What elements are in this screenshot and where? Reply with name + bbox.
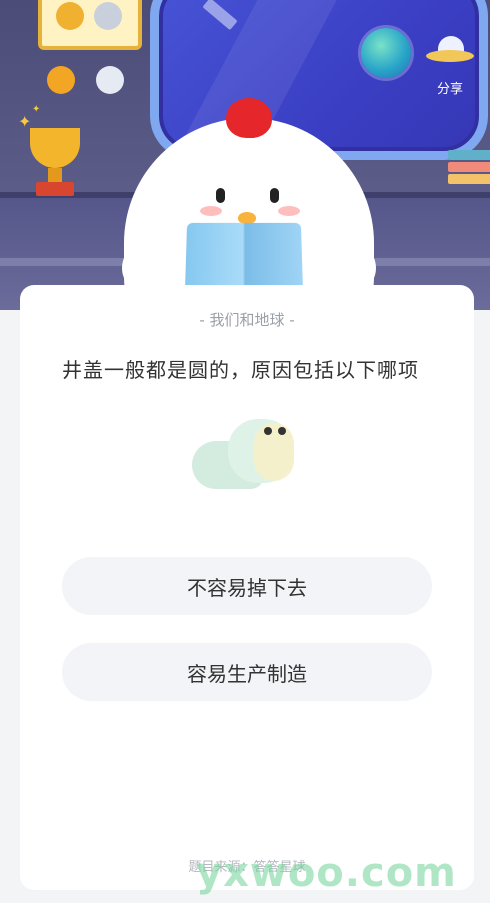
answer-option-1[interactable]: 不容易掉下去 [62, 557, 432, 615]
books-icon [448, 150, 490, 196]
silver-medal-icon [94, 2, 122, 30]
question-card: - 我们和地球 - 井盖一般都是圆的，原因包括以下哪项 不容易掉下去 容易生产制… [20, 285, 474, 890]
answer-option-2[interactable]: 容易生产制造 [62, 643, 432, 701]
share-label: 分享 [436, 82, 463, 97]
trophy-icon [30, 128, 80, 168]
category-subtitle: - 我们和地球 - [199, 311, 295, 329]
header-scene: ✦ ✦ 分享 [0, 0, 490, 310]
chicken-eye [216, 188, 225, 203]
watermark: yxwoo.com [196, 850, 457, 896]
share-button[interactable]: 分享 [422, 34, 478, 98]
medal-icon [96, 66, 124, 94]
book-icon [184, 222, 304, 295]
medal-icon [47, 66, 75, 94]
globe-icon[interactable] [361, 28, 411, 78]
sparkle-icon: ✦ [32, 104, 41, 115]
badge-frame-icon [38, 0, 142, 50]
question-text: 井盖一般都是圆的，原因包括以下哪项 [62, 358, 419, 382]
chicken-eye [270, 188, 279, 203]
snail-icon [192, 413, 302, 489]
gold-medal-icon [56, 2, 84, 30]
chicken-comb [226, 98, 272, 138]
